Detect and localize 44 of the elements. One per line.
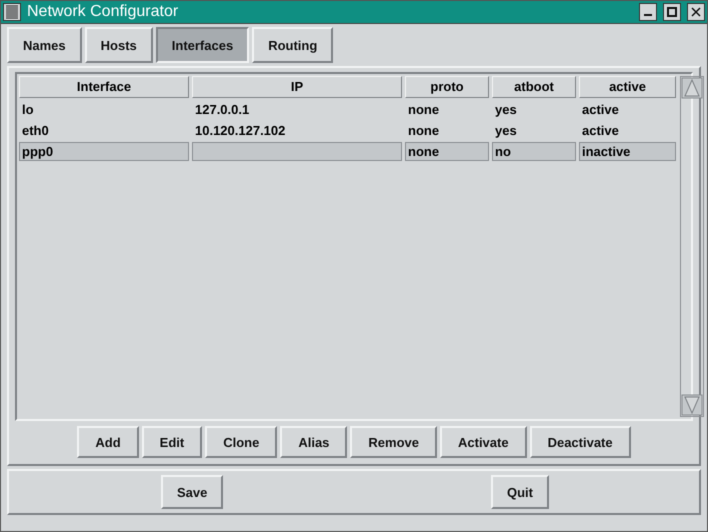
menu-icon[interactable] xyxy=(3,3,21,21)
table-cell[interactable]: no xyxy=(492,142,576,161)
table-cell[interactable]: ppp0 xyxy=(19,142,189,161)
action-button[interactable]: Edit xyxy=(142,426,202,458)
table-cell[interactable]: 10.120.127.102 xyxy=(192,121,402,140)
action-button[interactable]: Activate xyxy=(440,426,527,458)
table-cell[interactable]: inactive xyxy=(579,142,676,161)
tab[interactable]: Interfaces xyxy=(156,27,250,63)
window-title: Network Configurator xyxy=(27,3,180,21)
action-button[interactable]: Remove xyxy=(350,426,437,458)
maximize-icon xyxy=(667,7,677,17)
action-button[interactable]: Deactivate xyxy=(530,426,631,458)
scroll-down-icon[interactable] xyxy=(681,394,703,416)
table-cell[interactable]: none xyxy=(405,100,489,119)
column-header[interactable]: active xyxy=(579,76,676,98)
scroll-up-icon[interactable] xyxy=(681,77,703,99)
table-cell[interactable]: none xyxy=(405,142,489,161)
action-button[interactable]: Alias xyxy=(280,426,348,458)
quit-button[interactable]: Quit xyxy=(491,475,549,509)
column-header[interactable]: proto xyxy=(405,76,489,98)
scrollbar[interactable] xyxy=(680,76,704,417)
column-header[interactable]: Interface xyxy=(19,76,189,98)
minimize-button[interactable] xyxy=(639,3,657,21)
action-button[interactable]: Add xyxy=(77,426,139,458)
table-cell[interactable]: lo xyxy=(19,100,189,119)
close-button[interactable] xyxy=(687,3,705,21)
tab[interactable]: Names xyxy=(7,27,82,63)
table-cell[interactable]: active xyxy=(579,121,676,140)
tab[interactable]: Hosts xyxy=(84,27,153,63)
column-header[interactable]: IP xyxy=(192,76,402,98)
table-cell[interactable]: yes xyxy=(492,100,576,119)
table-cell[interactable]: eth0 xyxy=(19,121,189,140)
table-cell[interactable]: yes xyxy=(492,121,576,140)
tab[interactable]: Routing xyxy=(252,27,334,63)
save-button[interactable]: Save xyxy=(161,475,224,509)
table-cell[interactable]: active xyxy=(579,100,676,119)
table-cell[interactable] xyxy=(192,142,402,161)
table-cell[interactable]: 127.0.0.1 xyxy=(192,100,402,119)
minimize-icon xyxy=(644,14,652,16)
column-header[interactable]: atboot xyxy=(492,76,576,98)
maximize-button[interactable] xyxy=(663,3,681,21)
table-cell[interactable]: none xyxy=(405,121,489,140)
action-button[interactable]: Clone xyxy=(205,426,278,458)
close-icon xyxy=(691,7,701,17)
